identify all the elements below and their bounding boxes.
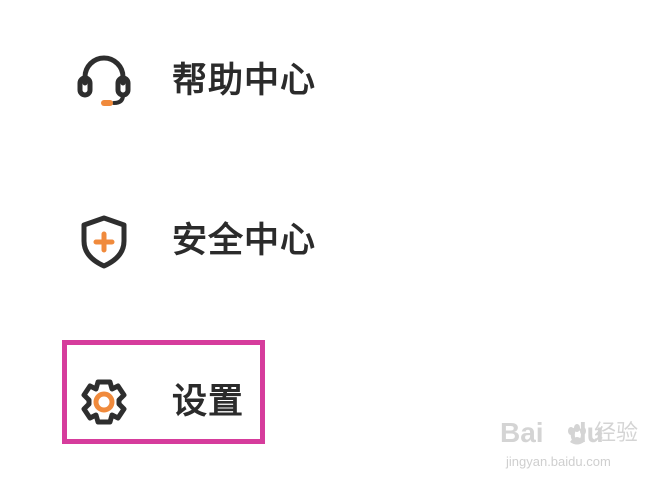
watermark-url: jingyan.baidu.com <box>506 454 611 469</box>
baidu-jingyan-watermark: Bai du 经验 jingyan.baidu.com <box>500 416 650 478</box>
menu-item-security-center[interactable]: 安全中心 <box>0 196 656 286</box>
menu-item-label: 帮助中心 <box>172 61 317 101</box>
menu-item-help-center[interactable]: 帮助中心 <box>0 36 656 126</box>
headset-icon <box>76 51 132 111</box>
shield-plus-icon <box>76 211 132 271</box>
paw-icon <box>564 422 590 448</box>
menu-item-label: 安全中心 <box>172 221 317 261</box>
highlight-box <box>62 340 265 444</box>
watermark-sub: 经验 <box>594 421 639 446</box>
